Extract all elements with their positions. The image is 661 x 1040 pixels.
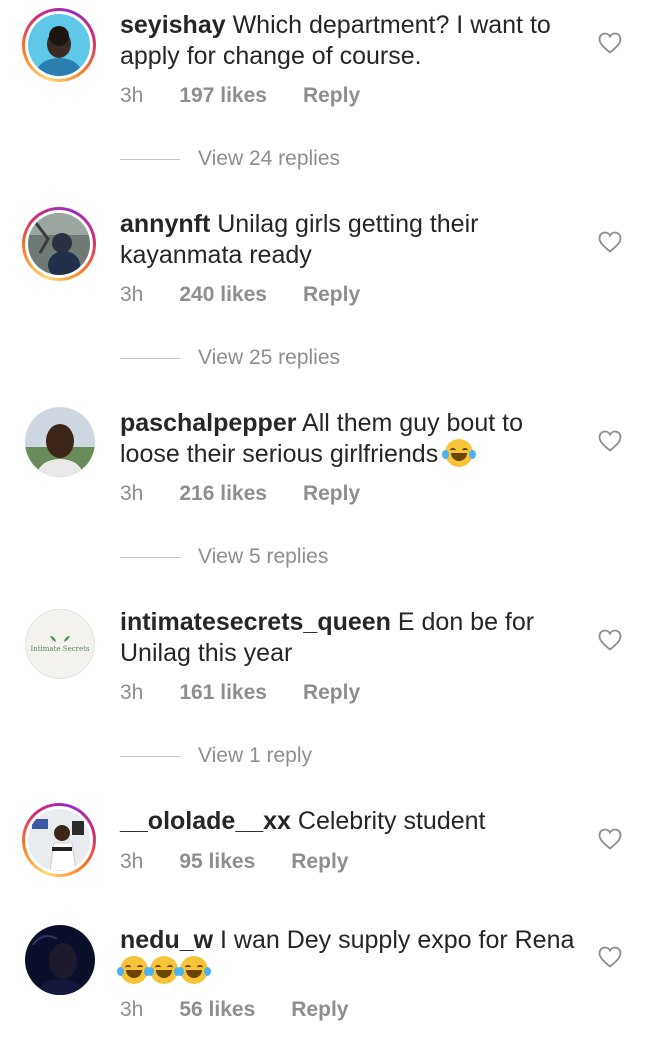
comment-likes[interactable]: 240 likes bbox=[179, 283, 267, 307]
comment-likes[interactable]: 197 likes bbox=[179, 84, 267, 108]
replies-divider bbox=[120, 357, 180, 359]
comment-text: intimatesecrets_queen E don be for Unila… bbox=[120, 607, 580, 669]
heart-outline-icon[interactable] bbox=[598, 32, 622, 54]
avatar bbox=[28, 14, 90, 76]
comment-time: 3h bbox=[120, 998, 144, 1021]
avatar bbox=[25, 925, 95, 995]
heart-outline-icon[interactable] bbox=[598, 430, 622, 452]
comment-meta: 3h 161 likes Reply bbox=[120, 681, 396, 705]
comment-likes[interactable]: 95 likes bbox=[179, 850, 255, 874]
comment-username[interactable]: nedu_w bbox=[120, 926, 213, 954]
comment-text: annynft Unilag girls getting their kayan… bbox=[120, 209, 580, 271]
avatar-brand-text: Intimate Secrets bbox=[30, 645, 90, 653]
comment-username[interactable]: paschalpepper bbox=[120, 409, 296, 437]
comment-time: 3h bbox=[120, 84, 144, 107]
avatar: Intimate Secrets bbox=[25, 609, 95, 679]
comment-meta: 3h 56 likes Reply bbox=[120, 998, 384, 1022]
view-replies-button[interactable]: View 25 replies bbox=[120, 346, 340, 370]
comment-meta: 3h 197 likes Reply bbox=[120, 84, 396, 108]
comment-username[interactable]: annynft bbox=[120, 210, 210, 238]
comment-time: 3h bbox=[120, 850, 144, 873]
view-replies-button[interactable]: View 5 replies bbox=[120, 545, 328, 569]
comment-username[interactable]: intimatesecrets_queen bbox=[120, 608, 391, 636]
view-replies-label[interactable]: View 5 replies bbox=[198, 545, 328, 569]
comment-meta: 3h 216 likes Reply bbox=[120, 482, 396, 506]
comment-text: paschalpepper All them guy bout to loose… bbox=[120, 408, 580, 470]
reply-button[interactable]: Reply bbox=[303, 283, 360, 307]
view-replies-label[interactable]: View 24 replies bbox=[198, 147, 340, 171]
avatar-wrap[interactable]: Intimate Secrets bbox=[25, 609, 95, 679]
leaf-logo-icon bbox=[50, 636, 70, 642]
face-with-tears-of-joy-icon bbox=[442, 439, 477, 467]
reply-button[interactable]: Reply bbox=[303, 681, 360, 705]
reply-button[interactable]: Reply bbox=[303, 84, 360, 108]
comment-time: 3h bbox=[120, 283, 144, 306]
comment-username[interactable]: __ololade__xx bbox=[120, 807, 291, 835]
comment-text: seyishay Which department? I want to app… bbox=[120, 10, 580, 72]
heart-outline-icon[interactable] bbox=[598, 231, 622, 253]
comment-body: Celebrity student bbox=[290, 807, 486, 835]
comment-body: I wan Dey supply expo for Rena bbox=[213, 926, 575, 954]
reply-button[interactable]: Reply bbox=[291, 850, 348, 874]
reply-button[interactable]: Reply bbox=[303, 482, 360, 506]
replies-divider bbox=[120, 158, 180, 160]
comment-likes[interactable]: 161 likes bbox=[179, 681, 267, 705]
comment-time: 3h bbox=[120, 482, 144, 505]
avatar bbox=[25, 407, 95, 477]
comment-text: nedu_w I wan Dey supply expo for Rena bbox=[117, 925, 580, 987]
comment-username[interactable]: seyishay bbox=[120, 11, 226, 39]
avatar-wrap[interactable] bbox=[25, 925, 95, 995]
comment-meta: 3h 95 likes Reply bbox=[120, 850, 384, 874]
comment-time: 3h bbox=[120, 681, 144, 704]
replies-divider bbox=[120, 755, 180, 757]
replies-divider bbox=[120, 556, 180, 558]
heart-outline-icon[interactable] bbox=[598, 828, 622, 850]
avatar bbox=[28, 809, 90, 871]
face-with-tears-of-joy-icon bbox=[147, 956, 181, 984]
view-replies-button[interactable]: View 24 replies bbox=[120, 147, 340, 171]
comment-likes[interactable]: 56 likes bbox=[179, 998, 255, 1022]
comment-text: __ololade__xx Celebrity student bbox=[120, 806, 580, 837]
view-replies-label[interactable]: View 25 replies bbox=[198, 346, 340, 370]
view-replies-button[interactable]: View 1 reply bbox=[120, 744, 312, 768]
avatar-story-ring[interactable] bbox=[22, 803, 96, 877]
heart-outline-icon[interactable] bbox=[598, 629, 622, 651]
avatar bbox=[28, 213, 90, 275]
avatar-story-ring[interactable] bbox=[22, 8, 96, 82]
heart-outline-icon[interactable] bbox=[598, 946, 622, 968]
face-with-tears-of-joy-icon bbox=[117, 956, 151, 984]
view-replies-label[interactable]: View 1 reply bbox=[198, 744, 312, 768]
reply-button[interactable]: Reply bbox=[291, 998, 348, 1022]
comment-meta: 3h 240 likes Reply bbox=[120, 283, 396, 307]
avatar-wrap[interactable] bbox=[25, 407, 95, 477]
avatar-story-ring[interactable] bbox=[22, 207, 96, 281]
comment-likes[interactable]: 216 likes bbox=[179, 482, 267, 506]
face-with-tears-of-joy-icon bbox=[177, 956, 211, 984]
